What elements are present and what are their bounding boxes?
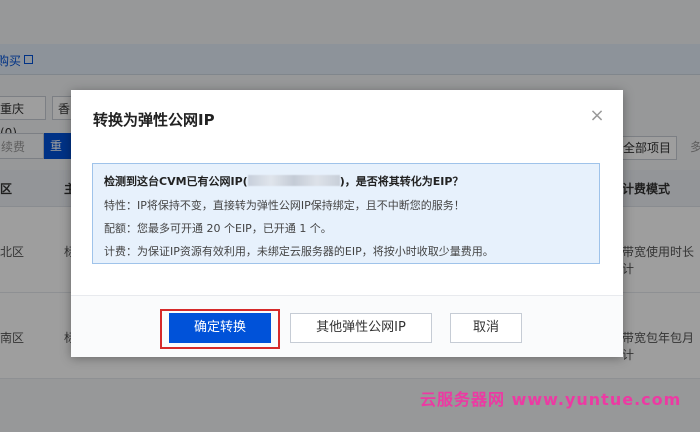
close-icon[interactable]: × (587, 106, 607, 126)
quota-line: 配额：您最多可开通 20 个EIP，已开通 1 个。 (104, 222, 332, 235)
info-panel: 检测到这台CVM已有公网IP( )，是否将其转化为EIP？ 特性：IP将保持不变，… (92, 163, 600, 264)
question-prefix: 检测到这台CVM已有公网IP( (104, 175, 248, 188)
feature-line: 特性：IP将保持不变，直接转为弹性公网IP保持绑定，且不中断您的服务！ (104, 199, 465, 212)
dialog-title: 转换为弹性公网IP (93, 111, 215, 129)
billing-line: 计费：为保证IP资源有效利用，未绑定云服务器的EIP，将按小时收取少量费用。 (104, 245, 494, 258)
masked-ip-address (247, 175, 340, 186)
convert-eip-dialog: 转换为弹性公网IP × 检测到这台CVM已有公网IP( )，是否将其转化为EIP？… (71, 90, 623, 357)
cancel-button[interactable]: 取消 (450, 313, 522, 343)
confirm-convert-button[interactable]: 确定转换 (169, 313, 271, 343)
dialog-footer: 确定转换 其他弹性公网IP 取消 (71, 295, 623, 357)
question-line: 检测到这台CVM已有公网IP( )，是否将其转化为EIP？ (104, 173, 463, 189)
other-eip-button[interactable]: 其他弹性公网IP (290, 313, 432, 343)
watermark: 云服务器网 www.yuntue.com (420, 390, 682, 409)
question-suffix: )，是否将其转化为EIP？ (339, 175, 464, 188)
